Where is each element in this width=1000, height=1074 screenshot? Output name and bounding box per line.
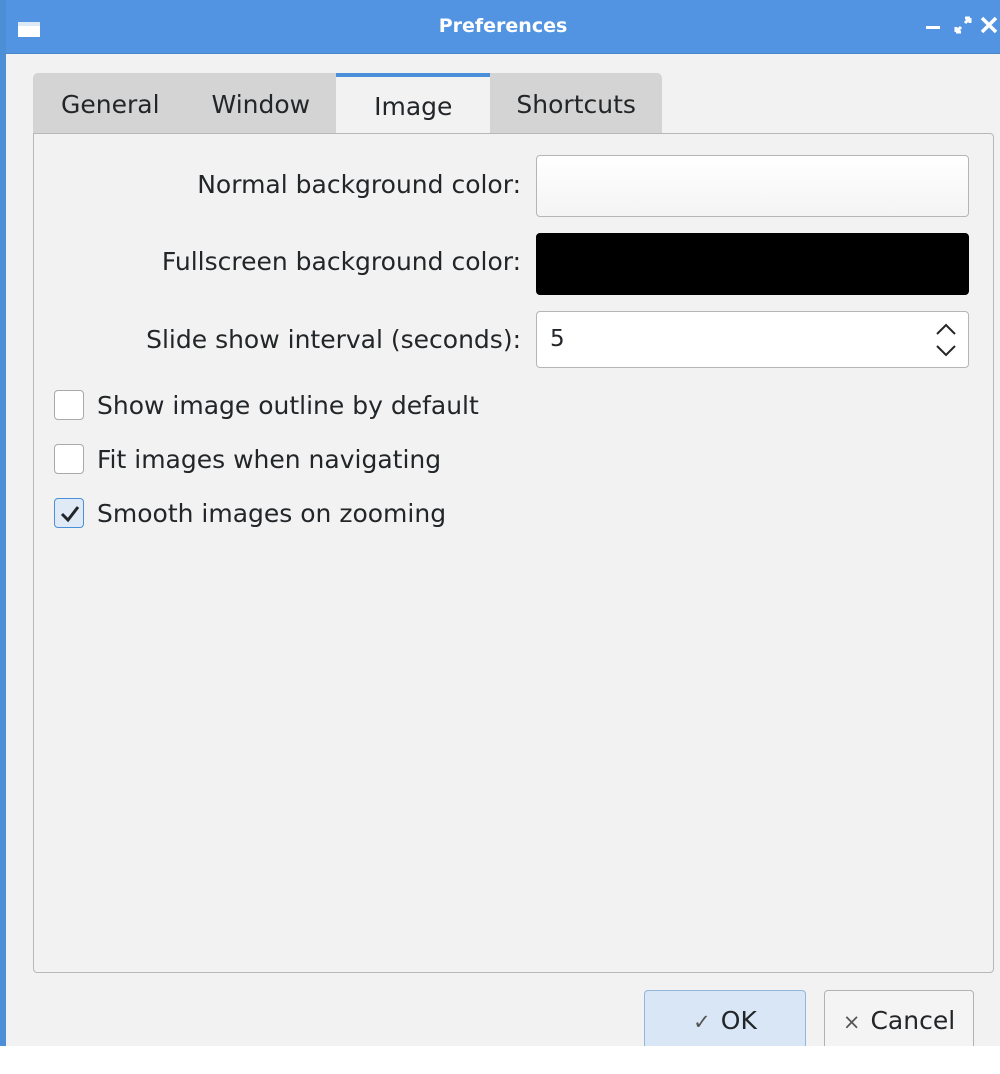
fullscreen-background-color-button[interactable] (536, 233, 969, 295)
window-title: Preferences (438, 15, 568, 37)
tab-bar: General Window Image Shortcuts (33, 73, 662, 134)
tab-general[interactable]: General (33, 73, 186, 134)
fit-images-navigating-checkbox[interactable]: Fit images when navigating (54, 441, 441, 477)
normal-background-color-label: Normal background color: (197, 170, 521, 199)
checkbox-unchecked-icon[interactable] (54, 390, 84, 420)
title-bar[interactable]: Preferences (6, 0, 1000, 54)
cancel-button-label: Cancel (870, 1006, 956, 1035)
minimize-icon[interactable] (926, 12, 942, 38)
cancel-x-icon: × (842, 1010, 861, 1034)
fit-images-navigating-label: Fit images when navigating (97, 444, 442, 474)
cancel-button[interactable]: × Cancel (824, 990, 974, 1046)
smooth-images-zooming-checkbox[interactable]: Smooth images on zooming (54, 495, 446, 531)
smooth-images-zooming-label: Smooth images on zooming (97, 498, 447, 528)
tab-image[interactable]: Image (336, 73, 491, 134)
close-icon[interactable] (980, 12, 1000, 38)
fullscreen-background-color-label: Fullscreen background color: (161, 247, 521, 276)
checkbox-unchecked-icon[interactable] (54, 444, 84, 474)
tab-shortcuts[interactable]: Shortcuts (490, 73, 662, 134)
normal-background-color-button[interactable] (536, 155, 969, 217)
slideshow-interval-spinbox[interactable]: 5 (536, 311, 969, 368)
spin-up-down-icon[interactable] (934, 318, 958, 362)
show-image-outline-checkbox[interactable]: Show image outline by default (54, 387, 479, 423)
show-image-outline-label: Show image outline by default (97, 390, 479, 420)
ok-button-label: OK (720, 1006, 757, 1035)
preferences-window: Preferences General Window Image Shortcu… (0, 0, 1000, 1046)
slideshow-interval-value[interactable]: 5 (550, 326, 565, 352)
checkbox-checked-icon[interactable] (54, 498, 84, 528)
ok-button[interactable]: ✓ OK (644, 990, 806, 1046)
checkmark-icon: ✓ (693, 1010, 711, 1034)
tab-window[interactable]: Window (185, 73, 337, 134)
maximize-icon[interactable] (954, 12, 972, 38)
slideshow-interval-label: Slide show interval (seconds): (146, 325, 521, 354)
image-settings-panel: Normal background color: Fullscreen back… (33, 133, 994, 973)
